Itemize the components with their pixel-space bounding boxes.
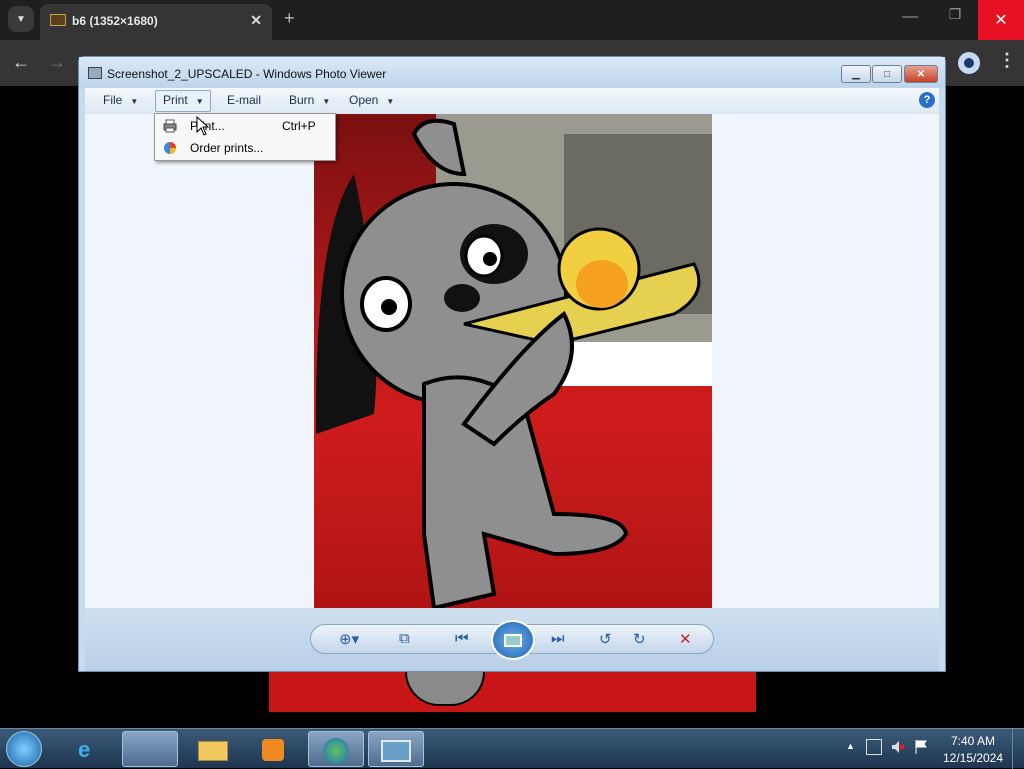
menu-email[interactable]: E-mail xyxy=(227,93,261,107)
printer-icon xyxy=(163,119,177,133)
menu-print[interactable]: Print ▼ xyxy=(163,93,204,107)
menu-file[interactable]: File ▼ xyxy=(103,93,138,107)
back-button[interactable]: ← xyxy=(12,52,30,73)
internet-explorer-icon[interactable]: e xyxy=(62,731,118,767)
menu-item-label: Order prints... xyxy=(190,141,264,155)
browser-restore-button[interactable]: ❐ xyxy=(940,6,970,23)
taskbar: e ▲ 7:40 AM 12/15/2024 xyxy=(0,728,1024,769)
minimize-button[interactable]: ▁ xyxy=(841,65,871,83)
forward-button[interactable]: → xyxy=(48,52,66,73)
chevron-down-icon: ▼ xyxy=(386,97,395,106)
delete-icon[interactable]: ✕ xyxy=(679,630,692,648)
mouse-cursor-icon xyxy=(196,116,210,136)
image-canvas xyxy=(85,114,939,608)
show-desktop-button[interactable] xyxy=(1012,729,1024,769)
navigation-bar: ⊕▾ ⧉ ⏮ ⏭ ↺ ↻ ✕ xyxy=(85,608,939,671)
cartoon-dog-trombone-image xyxy=(314,114,712,608)
slideshow-icon[interactable] xyxy=(491,620,535,660)
volume-muted-icon[interactable] xyxy=(890,739,906,755)
tab-title: b6 (1352×1680) xyxy=(72,14,158,28)
browser-menu-button[interactable]: ⋮ xyxy=(998,50,1016,71)
tab-close-icon[interactable]: ✕ xyxy=(250,12,262,29)
profile-avatar-icon[interactable] xyxy=(958,52,980,74)
title-bar[interactable]: Screenshot_2_UPSCALED - Windows Photo Vi… xyxy=(79,57,945,89)
browser-close-button[interactable]: ✕ xyxy=(978,0,1024,40)
previous-icon[interactable]: ⏮ xyxy=(455,630,469,647)
rotate-counterclockwise-icon[interactable]: ↺ xyxy=(599,630,612,648)
chevron-down-icon: ▼ xyxy=(130,97,139,106)
photo-viewer-app-icon xyxy=(88,67,102,79)
tab-favicon-icon xyxy=(50,14,66,26)
menu-open[interactable]: Open ▼ xyxy=(349,93,394,107)
browser-tab[interactable]: b6 (1352×1680) ✕ xyxy=(40,4,272,40)
print-dropdown-menu: Print... Ctrl+P Order prints... xyxy=(154,113,336,161)
window-title: Screenshot_2_UPSCALED - Windows Photo Vi… xyxy=(107,67,387,81)
order-prints-icon xyxy=(163,141,177,155)
menu-item-shortcut: Ctrl+P xyxy=(282,119,316,133)
windows-photo-viewer-taskbar-icon[interactable] xyxy=(368,731,424,767)
maximize-button[interactable]: □ xyxy=(872,65,902,83)
tab-search-button[interactable]: ▼ xyxy=(8,6,34,32)
chevron-down-icon: ▼ xyxy=(195,97,204,106)
media-player-icon[interactable] xyxy=(246,731,302,767)
close-button[interactable]: ✕ xyxy=(904,65,938,83)
displayed-photo[interactable] xyxy=(314,114,712,608)
taskbar-photo-app-icon[interactable] xyxy=(122,731,178,767)
download-manager-icon[interactable] xyxy=(308,731,364,767)
show-hidden-icons-icon[interactable]: ▲ xyxy=(846,741,855,751)
menu-burn[interactable]: Burn ▼ xyxy=(289,93,330,107)
fit-window-icon[interactable]: ⧉ xyxy=(399,630,410,647)
menu-item-order-prints[interactable]: Order prints... xyxy=(157,137,333,159)
action-center-flag-icon[interactable] xyxy=(914,739,928,755)
chevron-down-icon: ▼ xyxy=(322,97,331,106)
background-image-strip xyxy=(269,672,756,712)
command-bar: File ▼ Print ▼ E-mail Burn ▼ Open ▼ ? xyxy=(85,88,939,114)
network-icon[interactable] xyxy=(866,739,882,755)
new-tab-button[interactable]: + xyxy=(284,8,295,29)
menu-item-print[interactable]: Print... Ctrl+P xyxy=(157,115,333,137)
zoom-icon[interactable]: ⊕▾ xyxy=(339,630,359,648)
next-icon[interactable]: ⏭ xyxy=(551,630,565,647)
help-icon[interactable]: ? xyxy=(919,92,935,108)
file-explorer-icon[interactable] xyxy=(186,731,242,767)
rotate-clockwise-icon[interactable]: ↻ xyxy=(633,630,646,648)
playback-controls: ⊕▾ ⧉ ⏮ ⏭ ↺ ↻ ✕ xyxy=(310,620,714,660)
clock-time[interactable]: 7:40 AM xyxy=(944,734,1002,748)
clock-date[interactable]: 12/15/2024 xyxy=(940,751,1006,765)
browser-minimize-button[interactable]: — xyxy=(895,8,925,26)
start-button-icon[interactable] xyxy=(6,731,42,767)
